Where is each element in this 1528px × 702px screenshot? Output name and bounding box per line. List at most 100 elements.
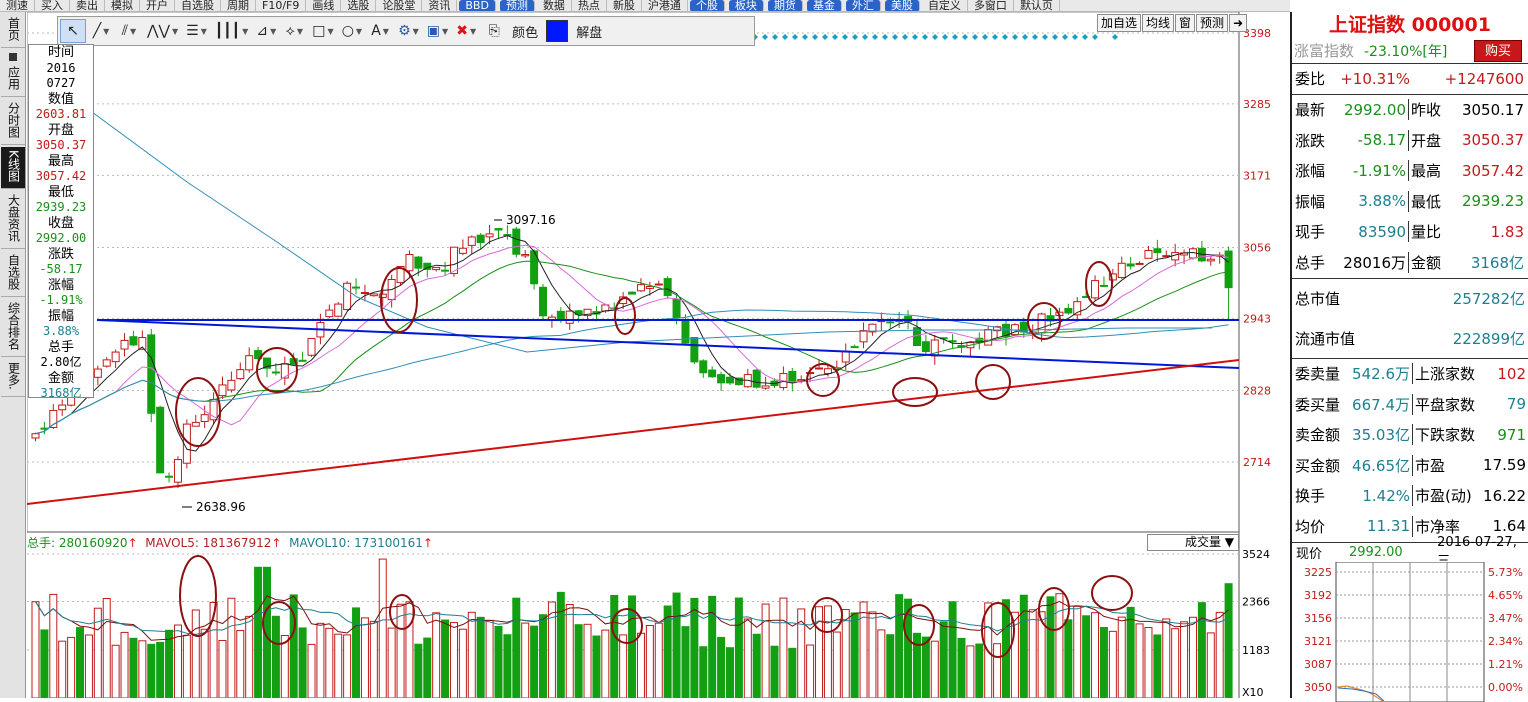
text-tool-button[interactable]: A ▼ — [367, 19, 393, 43]
export-tool-button[interactable]: ⎘ — [481, 19, 507, 43]
menu-item[interactable]: 基金 — [806, 0, 842, 11]
channel-tool-button[interactable]: ⫽ ▼ — [116, 19, 142, 43]
volume-bar — [734, 597, 743, 698]
volume-bar — [378, 558, 387, 698]
color-picker-button[interactable] — [543, 19, 571, 43]
menu-item[interactable]: 卖出 — [70, 0, 105, 11]
wave-tool-button[interactable]: ⋀⋁ ▼ — [144, 19, 181, 43]
candle — [1091, 280, 1100, 299]
nav-tab[interactable]: 应用 — [1, 50, 25, 97]
quote-row-label: 委买量 — [1295, 395, 1341, 414]
cursor-tool-button[interactable]: ↖ — [60, 19, 86, 43]
menu-item[interactable]: 外汇 — [845, 0, 881, 11]
mini-right-tick: 0.00% — [1488, 681, 1523, 694]
volume-bar — [1180, 621, 1189, 698]
pitchfork-tool-button[interactable]: ⟡ ▼ — [281, 19, 307, 43]
menu-item[interactable]: 个股 — [689, 0, 725, 11]
volume-bar — [494, 625, 503, 698]
candle — [948, 340, 957, 343]
mini-left-tick: 3121 — [1304, 635, 1332, 648]
kline-chart-area[interactable]: 3398 3285 3171 3056 2943 2828 2714 3097.16 2638.… — [27, 12, 1290, 698]
quote-row-value2: 3050.17 — [1461, 100, 1524, 119]
line-tool-button[interactable]: ╱ ▼ — [88, 19, 114, 43]
candle — [129, 336, 138, 346]
volume-bar — [307, 643, 316, 698]
menu-item[interactable]: 开户 — [140, 0, 175, 11]
volume-bar — [111, 644, 120, 698]
mavol5: MAVOL5: 181367912 — [145, 536, 272, 550]
volume-bar — [138, 640, 147, 698]
bar-value: 2603.81 — [35, 107, 87, 121]
menu-item[interactable]: F10/F9 — [256, 0, 307, 11]
menu-item[interactable]: 热点 — [572, 0, 607, 11]
fibonacci-tool-button[interactable]: ☰ ▼ — [183, 19, 210, 43]
menu-item[interactable]: 选股 — [341, 0, 377, 11]
forecast-button[interactable]: 预测 — [1196, 14, 1229, 32]
signal-diamond — [782, 34, 788, 40]
unlock-button[interactable]: 解盘 — [573, 19, 605, 43]
volume-bar — [1117, 616, 1126, 698]
ma-button[interactable]: 均线 — [1142, 14, 1175, 32]
nav-tab[interactable]: 综合排名 — [1, 299, 25, 357]
cycle-tool-button[interactable]: ┃┃┃ ▼ — [212, 19, 251, 43]
quote-row-label: 总手 — [1295, 253, 1326, 272]
menu-item[interactable]: 数据 — [537, 0, 572, 11]
ellipse-tool-button[interactable]: ○ ▼ — [339, 19, 365, 43]
candle — [307, 337, 316, 356]
kline-chart[interactable]: 3398 3285 3171 3056 2943 2828 2714 3097.16 2638.… — [27, 12, 1290, 698]
buy-button[interactable]: 购买 — [1474, 39, 1522, 62]
nav-tab[interactable]: 分时图 — [1, 99, 25, 145]
signal-diamond — [1032, 34, 1038, 40]
menu-item[interactable]: 沪港通 — [642, 0, 688, 11]
menu-item[interactable]: 自选股 — [175, 0, 221, 11]
float-mcap-value: 222899亿 — [1452, 329, 1525, 348]
nav-tab[interactable]: K线图 — [1, 147, 25, 189]
menu-item[interactable]: 板块 — [728, 0, 764, 11]
fan-tool-button[interactable]: ⊿ ▼ — [253, 19, 279, 43]
menu-item[interactable]: 资讯 — [422, 0, 458, 11]
volume-bar — [539, 614, 548, 698]
quote-row-value2: 1.83 — [1490, 222, 1524, 241]
menu-item[interactable]: 测速 — [0, 0, 35, 11]
menu-item[interactable]: 自定义 — [922, 0, 968, 11]
volume-bar — [725, 647, 734, 698]
fund-name[interactable]: 涨富指数 — [1292, 40, 1364, 61]
menu-item[interactable]: 论股堂 — [376, 0, 423, 11]
collapse-button[interactable]: ➜ — [1229, 14, 1248, 32]
weibi-label: 委比 — [1295, 70, 1326, 89]
color-swatch — [546, 20, 569, 42]
quote-row-value: 28016万 — [1343, 253, 1406, 272]
volume-bar — [236, 630, 245, 698]
window-button[interactable]: 窗 — [1175, 14, 1196, 32]
add-watchlist-button[interactable]: 加自选 — [1097, 14, 1142, 32]
candle — [752, 369, 761, 388]
settings-tool-button[interactable]: ⚙ ▼ — [395, 19, 422, 43]
volume-bar — [939, 621, 948, 698]
nav-tab[interactable]: 自选股 — [1, 251, 25, 297]
delete-tool-button[interactable]: ✖ ▼ — [453, 19, 479, 43]
candle — [539, 286, 548, 317]
menu-item[interactable]: 默认页 — [1014, 0, 1060, 11]
menu-item[interactable]: 模拟 — [105, 0, 140, 11]
menu-item[interactable]: 美股 — [884, 0, 920, 11]
save-tool-button[interactable]: ▣ ▼ — [424, 19, 451, 43]
menu-item[interactable]: 画线 — [306, 0, 342, 11]
quote-row-value: 542.6万 — [1352, 365, 1410, 384]
menu-item[interactable]: BBD — [459, 0, 496, 11]
volume-bar — [1144, 627, 1153, 698]
menu-item[interactable]: 多窗口 — [968, 0, 1014, 11]
candle — [841, 350, 850, 363]
indicator-dropdown[interactable]: 成交量 ▼ — [1147, 534, 1239, 551]
menu-item[interactable]: 预测 — [499, 0, 535, 11]
candle — [725, 376, 734, 384]
rect-tool-button[interactable]: □ ▼ — [309, 19, 336, 43]
nav-tab[interactable]: 更多. — [1, 359, 25, 397]
menu-item[interactable]: 期货 — [767, 0, 803, 11]
nav-tab[interactable]: 大盘资讯 — [1, 191, 25, 249]
menu-item[interactable]: 买入 — [35, 0, 70, 11]
mini-intraday-chart[interactable]: 3225 5.73% 3192 4.65% 3156 3.47% 3121 2.34% 3087… — [1292, 561, 1528, 702]
menu-item[interactable]: 周期 — [221, 0, 256, 11]
signal-diamond — [902, 34, 908, 40]
nav-tab[interactable]: 首页 — [1, 14, 25, 48]
menu-item[interactable]: 新股 — [607, 0, 642, 11]
